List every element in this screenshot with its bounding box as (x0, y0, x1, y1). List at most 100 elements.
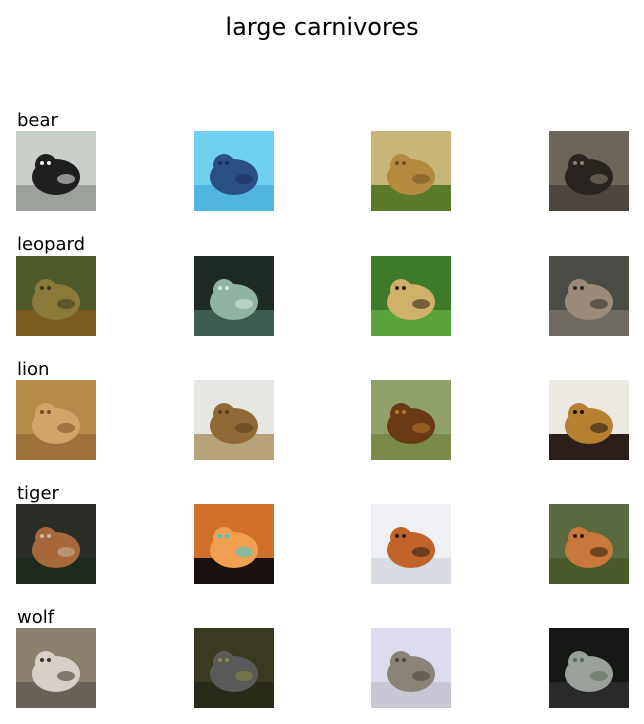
thumbnail-bear-2 (194, 131, 274, 211)
animal-head (213, 403, 235, 425)
thumbnail-image (371, 131, 451, 211)
animal-eye (395, 410, 399, 414)
animal-marking (57, 547, 75, 557)
animal-eye (40, 410, 44, 414)
thumbnail-image (16, 256, 96, 336)
animal-eye (402, 534, 406, 538)
animal-head (390, 279, 412, 301)
animal-marking (590, 174, 608, 184)
thumbnail-image (371, 504, 451, 584)
thumbnail-tiger-2 (194, 504, 274, 584)
animal-marking (412, 671, 430, 681)
row-label-leopard: leopard (17, 234, 86, 255)
thumbnail-leopard-1 (16, 256, 96, 336)
thumbnail-image (194, 504, 274, 584)
animal-marking (57, 423, 75, 433)
thumbnail-bear-3 (371, 131, 451, 211)
row-label-bear: bear (17, 110, 58, 131)
animal-head (35, 651, 57, 673)
animal-eye (47, 658, 51, 662)
animal-eye (218, 534, 222, 538)
thumbnail-wolf-4 (549, 628, 629, 708)
animal-marking (590, 299, 608, 309)
animal-marking (412, 423, 430, 433)
animal-eye (402, 161, 406, 165)
animal-eye (225, 410, 229, 414)
animal-eye (40, 286, 44, 290)
row-label-tiger: tiger (17, 483, 59, 504)
animal-marking (57, 299, 75, 309)
animal-eye (573, 161, 577, 165)
animal-eye (40, 161, 44, 165)
animal-marking (57, 671, 75, 681)
animal-head (568, 279, 590, 301)
animal-head (213, 651, 235, 673)
animal-eye (47, 161, 51, 165)
animal-eye (218, 410, 222, 414)
row-label-lion: lion (17, 359, 50, 380)
animal-marking (412, 299, 430, 309)
animal-marking (412, 174, 430, 184)
animal-eye (402, 410, 406, 414)
animal-head (568, 651, 590, 673)
animal-marking (235, 671, 253, 681)
animal-eye (395, 658, 399, 662)
animal-head (213, 279, 235, 301)
animal-marking (235, 423, 253, 433)
thumbnail-image (549, 256, 629, 336)
animal-marking (57, 174, 75, 184)
thumbnail-image (194, 256, 274, 336)
animal-eye (225, 658, 229, 662)
animal-eye (40, 658, 44, 662)
animal-head (35, 403, 57, 425)
animal-eye (580, 534, 584, 538)
animal-eye (47, 534, 51, 538)
thumbnail-wolf-3 (371, 628, 451, 708)
animal-eye (573, 410, 577, 414)
animal-eye (218, 161, 222, 165)
animal-eye (218, 286, 222, 290)
animal-head (390, 154, 412, 176)
thumbnail-lion-3 (371, 380, 451, 460)
thumbnail-image (194, 628, 274, 708)
thumbnail-tiger-3 (371, 504, 451, 584)
animal-head (390, 403, 412, 425)
animal-head (35, 279, 57, 301)
animal-marking (590, 671, 608, 681)
thumbnail-image (549, 504, 629, 584)
thumbnail-leopard-3 (371, 256, 451, 336)
thumbnail-image (549, 131, 629, 211)
thumbnail-image (549, 628, 629, 708)
animal-head (213, 154, 235, 176)
thumbnail-image (16, 131, 96, 211)
animal-eye (573, 658, 577, 662)
thumbnail-image (16, 504, 96, 584)
thumbnail-image (16, 380, 96, 460)
row-label-wolf: wolf (17, 607, 55, 628)
animal-eye (47, 410, 51, 414)
thumbnail-leopard-4 (549, 256, 629, 336)
animal-eye (580, 161, 584, 165)
animal-eye (402, 286, 406, 290)
animal-head (213, 527, 235, 549)
figure-title: large carnivores (225, 13, 419, 41)
animal-head (390, 527, 412, 549)
animal-marking (590, 547, 608, 557)
animal-eye (580, 286, 584, 290)
thumbnail-lion-4 (549, 380, 629, 460)
animal-eye (395, 534, 399, 538)
animal-eye (573, 286, 577, 290)
thumbnail-image (194, 131, 274, 211)
animal-marking (235, 547, 253, 557)
animal-eye (580, 410, 584, 414)
animal-marking (235, 174, 253, 184)
animal-head (35, 154, 57, 176)
thumbnail-image (371, 256, 451, 336)
thumbnail-image (16, 628, 96, 708)
animal-eye (395, 161, 399, 165)
thumbnail-image (371, 628, 451, 708)
thumbnail-bear-4 (549, 131, 629, 211)
animal-head (568, 403, 590, 425)
animal-head (390, 651, 412, 673)
animal-eye (225, 286, 229, 290)
